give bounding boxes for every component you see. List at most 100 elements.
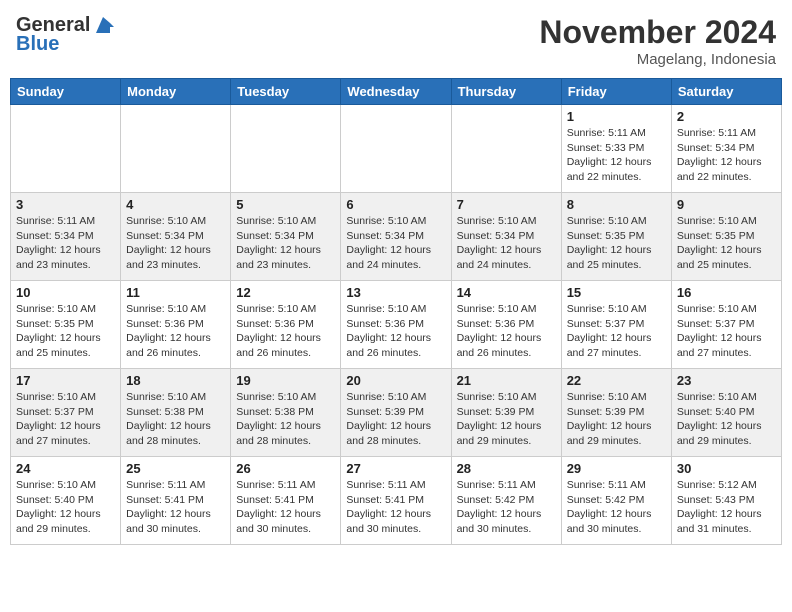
col-header-thursday: Thursday <box>451 79 561 105</box>
table-row <box>11 105 121 193</box>
day-number: 9 <box>677 197 776 212</box>
day-info: Sunrise: 5:10 AM Sunset: 5:39 PM Dayligh… <box>346 390 445 449</box>
day-info: Sunrise: 5:10 AM Sunset: 5:36 PM Dayligh… <box>126 302 225 361</box>
table-row: 20 Sunrise: 5:10 AM Sunset: 5:39 PM Dayli… <box>341 369 451 457</box>
day-number: 8 <box>567 197 666 212</box>
day-info: Sunrise: 5:10 AM Sunset: 5:34 PM Dayligh… <box>457 214 556 273</box>
table-row: 21 Sunrise: 5:10 AM Sunset: 5:39 PM Dayli… <box>451 369 561 457</box>
table-row: 29Sunrise: 5:11 AM Sunset: 5:42 PM Dayli… <box>561 457 671 545</box>
day-number: 13 <box>346 285 445 300</box>
day-info: Sunrise: 5:10 AM Sunset: 5:37 PM Dayligh… <box>677 302 776 361</box>
table-row <box>341 105 451 193</box>
table-row: 10 Sunrise: 5:10 AM Sunset: 5:35 PM Dayli… <box>11 281 121 369</box>
day-number: 2 <box>677 109 776 124</box>
col-header-tuesday: Tuesday <box>231 79 341 105</box>
table-row: 23 Sunrise: 5:10 AM Sunset: 5:40 PM Dayli… <box>671 369 781 457</box>
day-number: 22 <box>567 373 666 388</box>
title-block: November 2024 Magelang, Indonesia <box>539 14 776 68</box>
day-number: 11 <box>126 285 225 300</box>
table-row: 30Sunrise: 5:12 AM Sunset: 5:43 PM Dayli… <box>671 457 781 545</box>
logo: General Blue <box>16 14 114 56</box>
day-number: 23 <box>677 373 776 388</box>
day-info: Sunrise: 5:11 AM Sunset: 5:41 PM Dayligh… <box>236 478 335 537</box>
day-info: Sunrise: 5:10 AM Sunset: 5:37 PM Dayligh… <box>16 390 115 449</box>
table-row: 18 Sunrise: 5:10 AM Sunset: 5:38 PM Dayli… <box>121 369 231 457</box>
day-info: Sunrise: 5:11 AM Sunset: 5:42 PM Dayligh… <box>567 478 666 537</box>
day-info: Sunrise: 5:10 AM Sunset: 5:38 PM Dayligh… <box>236 390 335 449</box>
day-info: Sunrise: 5:10 AM Sunset: 5:35 PM Dayligh… <box>16 302 115 361</box>
day-number: 7 <box>457 197 556 212</box>
table-row: 22 Sunrise: 5:10 AM Sunset: 5:39 PM Dayli… <box>561 369 671 457</box>
day-info: Sunrise: 5:11 AM Sunset: 5:42 PM Dayligh… <box>457 478 556 537</box>
table-row: 16 Sunrise: 5:10 AM Sunset: 5:37 PM Dayli… <box>671 281 781 369</box>
day-number: 10 <box>16 285 115 300</box>
table-row: 15Sunrise: 5:10 AM Sunset: 5:37 PM Dayli… <box>561 281 671 369</box>
day-info: Sunrise: 5:10 AM Sunset: 5:34 PM Dayligh… <box>236 214 335 273</box>
day-info: Sunrise: 5:10 AM Sunset: 5:35 PM Dayligh… <box>677 214 776 273</box>
day-number: 1 <box>567 109 666 124</box>
day-number: 3 <box>16 197 115 212</box>
day-info: Sunrise: 5:10 AM Sunset: 5:36 PM Dayligh… <box>346 302 445 361</box>
day-info: Sunrise: 5:10 AM Sunset: 5:40 PM Dayligh… <box>16 478 115 537</box>
table-row: 17 Sunrise: 5:10 AM Sunset: 5:37 PM Dayli… <box>11 369 121 457</box>
col-header-monday: Monday <box>121 79 231 105</box>
day-number: 16 <box>677 285 776 300</box>
table-row: 9 Sunrise: 5:10 AM Sunset: 5:35 PM Daylig… <box>671 193 781 281</box>
col-header-friday: Friday <box>561 79 671 105</box>
day-number: 14 <box>457 285 556 300</box>
day-info: Sunrise: 5:11 AM Sunset: 5:41 PM Dayligh… <box>346 478 445 537</box>
table-row <box>121 105 231 193</box>
col-header-wednesday: Wednesday <box>341 79 451 105</box>
table-row: 14 Sunrise: 5:10 AM Sunset: 5:36 PM Dayli… <box>451 281 561 369</box>
day-number: 28 <box>457 461 556 476</box>
day-number: 21 <box>457 373 556 388</box>
day-number: 19 <box>236 373 335 388</box>
page-header: General Blue November 2024 Magelang, Ind… <box>10 10 782 72</box>
day-info: Sunrise: 5:10 AM Sunset: 5:36 PM Dayligh… <box>457 302 556 361</box>
logo-blue: Blue <box>16 33 59 56</box>
table-row: 24 Sunrise: 5:10 AM Sunset: 5:40 PM Dayli… <box>11 457 121 545</box>
day-number: 12 <box>236 285 335 300</box>
table-row <box>451 105 561 193</box>
table-row: 13 Sunrise: 5:10 AM Sunset: 5:36 PM Dayli… <box>341 281 451 369</box>
day-info: Sunrise: 5:10 AM Sunset: 5:40 PM Dayligh… <box>677 390 776 449</box>
table-row: 5 Sunrise: 5:10 AM Sunset: 5:34 PM Daylig… <box>231 193 341 281</box>
day-info: Sunrise: 5:10 AM Sunset: 5:39 PM Dayligh… <box>567 390 666 449</box>
table-row: 12 Sunrise: 5:10 AM Sunset: 5:36 PM Dayli… <box>231 281 341 369</box>
logo-icon <box>92 15 114 37</box>
col-header-saturday: Saturday <box>671 79 781 105</box>
day-number: 24 <box>16 461 115 476</box>
day-number: 27 <box>346 461 445 476</box>
day-number: 17 <box>16 373 115 388</box>
day-number: 5 <box>236 197 335 212</box>
day-number: 15 <box>567 285 666 300</box>
day-number: 20 <box>346 373 445 388</box>
day-info: Sunrise: 5:10 AM Sunset: 5:35 PM Dayligh… <box>567 214 666 273</box>
table-row: 25Sunrise: 5:11 AM Sunset: 5:41 PM Dayli… <box>121 457 231 545</box>
table-row: 4 Sunrise: 5:10 AM Sunset: 5:34 PM Daylig… <box>121 193 231 281</box>
table-row: 1 Sunrise: 5:11 AM Sunset: 5:33 PM Daylig… <box>561 105 671 193</box>
day-number: 4 <box>126 197 225 212</box>
table-row: 2 Sunrise: 5:11 AM Sunset: 5:34 PM Daylig… <box>671 105 781 193</box>
table-row: 19 Sunrise: 5:10 AM Sunset: 5:38 PM Dayli… <box>231 369 341 457</box>
day-info: Sunrise: 5:10 AM Sunset: 5:39 PM Dayligh… <box>457 390 556 449</box>
calendar-table: SundayMondayTuesdayWednesdayThursdayFrid… <box>10 78 782 545</box>
table-row: 26 Sunrise: 5:11 AM Sunset: 5:41 PM Dayli… <box>231 457 341 545</box>
day-info: Sunrise: 5:11 AM Sunset: 5:33 PM Dayligh… <box>567 126 666 185</box>
day-info: Sunrise: 5:12 AM Sunset: 5:43 PM Dayligh… <box>677 478 776 537</box>
table-row: 27 Sunrise: 5:11 AM Sunset: 5:41 PM Dayli… <box>341 457 451 545</box>
calendar-header-row: SundayMondayTuesdayWednesdayThursdayFrid… <box>11 79 782 105</box>
day-info: Sunrise: 5:10 AM Sunset: 5:34 PM Dayligh… <box>126 214 225 273</box>
day-number: 26 <box>236 461 335 476</box>
table-row: 28 Sunrise: 5:11 AM Sunset: 5:42 PM Dayli… <box>451 457 561 545</box>
day-info: Sunrise: 5:10 AM Sunset: 5:38 PM Dayligh… <box>126 390 225 449</box>
col-header-sunday: Sunday <box>11 79 121 105</box>
day-number: 6 <box>346 197 445 212</box>
table-row: 3 Sunrise: 5:11 AM Sunset: 5:34 PM Daylig… <box>11 193 121 281</box>
day-info: Sunrise: 5:11 AM Sunset: 5:34 PM Dayligh… <box>16 214 115 273</box>
day-number: 18 <box>126 373 225 388</box>
month-title: November 2024 <box>539 14 776 51</box>
day-info: Sunrise: 5:11 AM Sunset: 5:34 PM Dayligh… <box>677 126 776 185</box>
day-info: Sunrise: 5:10 AM Sunset: 5:36 PM Dayligh… <box>236 302 335 361</box>
table-row: 7 Sunrise: 5:10 AM Sunset: 5:34 PM Daylig… <box>451 193 561 281</box>
